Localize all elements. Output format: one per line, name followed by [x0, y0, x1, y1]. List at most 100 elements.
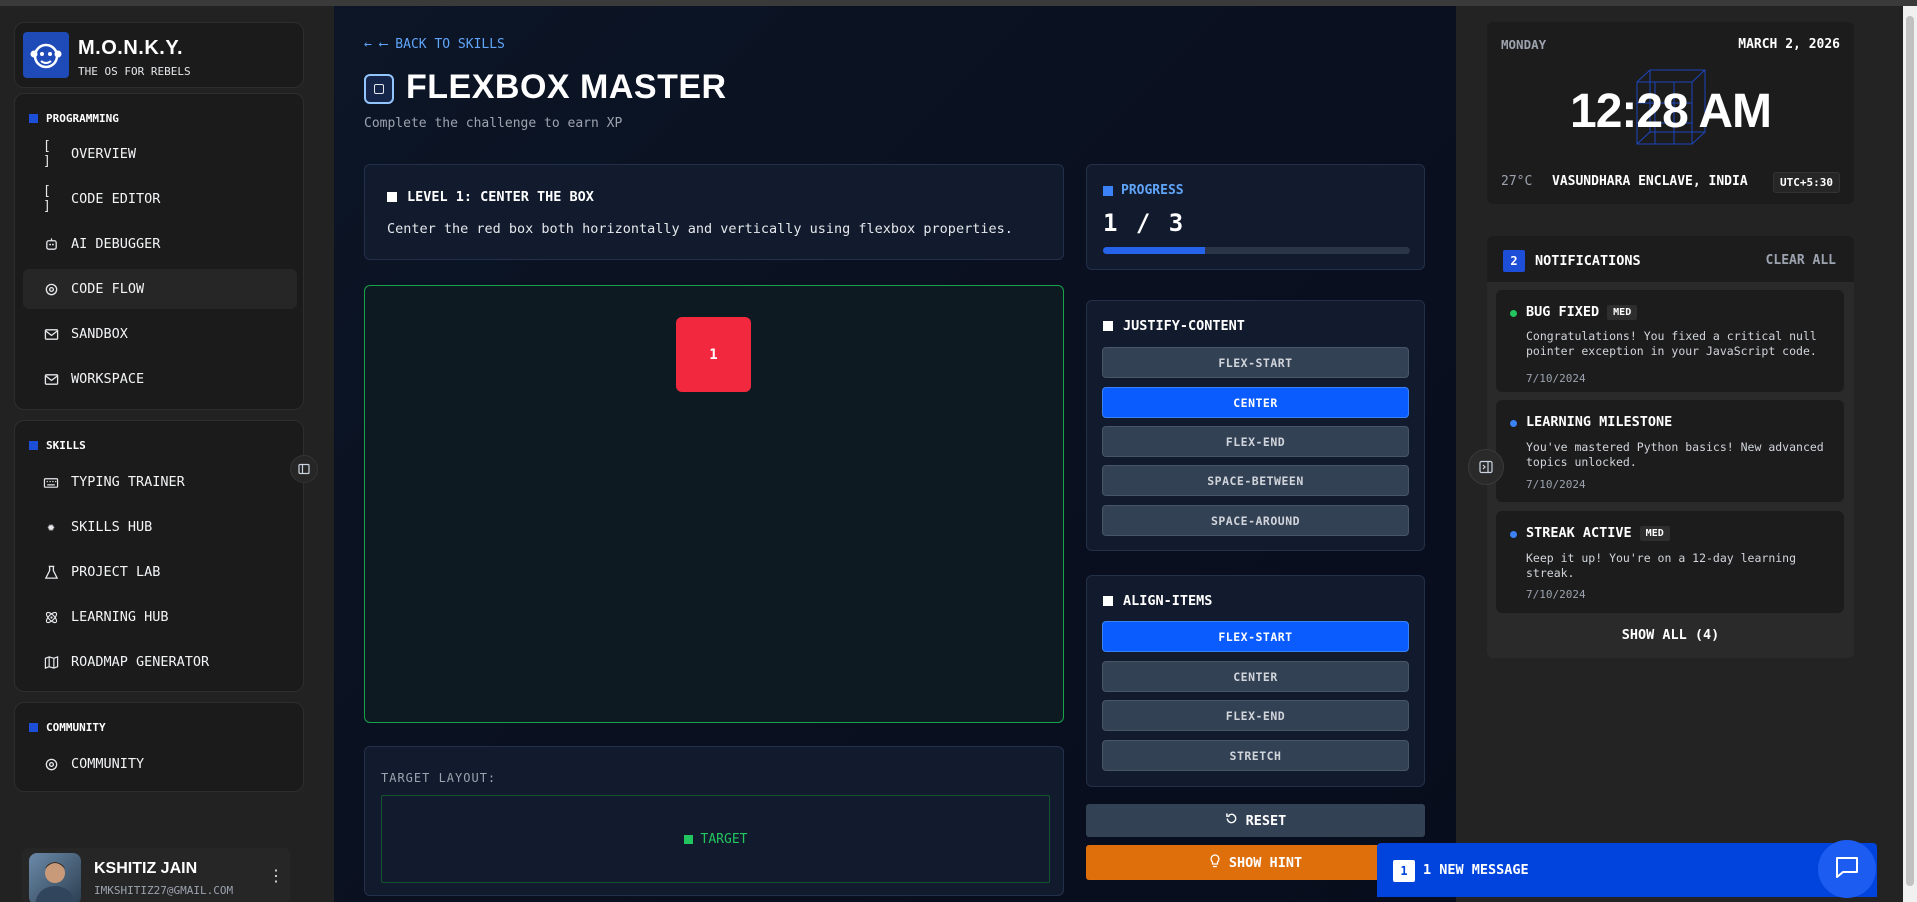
chat-button[interactable] [1818, 840, 1876, 898]
notification-date: 7/10/2024 [1526, 478, 1586, 491]
section-heading-skills: SKILLS [29, 439, 86, 452]
align-items-title: ALIGN-ITEMS [1103, 593, 1212, 609]
chat-icon [1834, 855, 1860, 883]
level-card: LEVEL 1: CENTER THE BOX Center the red b… [364, 164, 1064, 260]
align-option-flex-start[interactable]: FLEX-START [1102, 621, 1409, 652]
new-message-label: 1 NEW MESSAGE [1423, 862, 1529, 878]
nav-section-programming: PROGRAMMING [ ] OVERVIEW [ ] CODE EDITOR A… [14, 93, 304, 410]
lightbulb-icon [1209, 853, 1221, 872]
map-icon [43, 654, 59, 670]
sidebar-item-label: TYPING TRAINER [71, 474, 185, 490]
progress-bar-fill [1103, 247, 1206, 254]
justify-option-flex-start[interactable]: FLEX-START [1102, 347, 1409, 378]
align-option-flex-end[interactable]: FLEX-END [1102, 700, 1409, 731]
show-hint-button[interactable]: SHOW HINT [1086, 845, 1425, 880]
status-dot-icon [1510, 420, 1517, 427]
sidebar-item-ai-debugger[interactable]: AI DEBUGGER [23, 224, 297, 264]
sidebar: M.O.N.K.Y. THE OS FOR REBELS PROGRAMMING… [0, 6, 334, 902]
sidebar-item-roadmap-generator[interactable]: ROADMAP GENERATOR [23, 642, 297, 682]
level-description: Center the red box both horizontally and… [387, 221, 1013, 237]
sidebar-item-overview[interactable]: [ ] OVERVIEW [23, 134, 297, 174]
notifications-panel: 2 NOTIFICATIONS CLEAR ALL BUG FIXED MED C… [1487, 236, 1854, 658]
sidebar-item-label: LEARNING HUB [71, 609, 169, 625]
sidebar-item-label: WORKSPACE [71, 371, 145, 387]
reset-button[interactable]: RESET [1086, 804, 1425, 837]
brand-card[interactable]: M.O.N.K.Y. THE OS FOR REBELS [14, 22, 304, 88]
justify-option-flex-end[interactable]: FLEX-END [1102, 426, 1409, 457]
notification-body: You've mastered Python basics! New advan… [1526, 440, 1824, 469]
right-rail-collapse-icon[interactable] [1468, 449, 1504, 485]
page-subtitle: Complete the challenge to earn XP [364, 116, 623, 131]
align-items-panel: ALIGN-ITEMS FLEX-START CENTER FLEX-END S… [1086, 575, 1425, 787]
sidebar-item-skills-hub[interactable]: ✹ SKILLS HUB [23, 507, 297, 547]
brackets-icon: [ ] [43, 139, 51, 169]
notification-date: 7/10/2024 [1526, 588, 1586, 601]
notification-item[interactable]: LEARNING MILESTONE You've mastered Pytho… [1496, 400, 1844, 502]
avatar [29, 853, 81, 902]
notification-count-badge: 2 [1503, 250, 1525, 272]
sidebar-item-label: CODE FLOW [71, 281, 145, 297]
sidebar-item-label: SKILLS HUB [71, 519, 153, 535]
sidebar-item-sandbox[interactable]: SANDBOX [23, 314, 297, 354]
notification-date: 7/10/2024 [1526, 372, 1586, 385]
progress-bar [1103, 247, 1410, 254]
section-heading-community: COMMUNITY [29, 721, 106, 734]
justify-option-space-around[interactable]: SPACE-AROUND [1102, 505, 1409, 536]
show-all-button[interactable]: SHOW ALL (4) [1487, 627, 1854, 643]
notification-item[interactable]: STREAK ACTIVE MED Keep it up! You're on a… [1496, 511, 1844, 613]
sidebar-item-code-flow[interactable]: CODE FLOW [23, 269, 297, 309]
priority-badge: MED [1607, 304, 1638, 320]
level-title: LEVEL 1: CENTER THE BOX [387, 189, 594, 205]
notification-item[interactable]: BUG FIXED MED Congratulations! You fixed … [1496, 290, 1844, 392]
sidebar-item-learning-hub[interactable]: LEARNING HUB [23, 597, 297, 637]
clear-all-button[interactable]: CLEAR ALL [1766, 253, 1836, 268]
sidebar-collapse-icon[interactable] [290, 455, 318, 483]
clock-date: MARCH 2, 2026 [1738, 37, 1840, 52]
weather-temperature: 27°C [1501, 174, 1533, 189]
gear-icon [43, 756, 59, 772]
gear-icon [43, 281, 59, 297]
reset-icon [1225, 812, 1238, 829]
page-scrollbar[interactable] [1903, 6, 1917, 902]
new-message-bar[interactable]: 1 1 NEW MESSAGE [1377, 843, 1877, 897]
page-title: FLEXBOX MASTER [406, 68, 727, 106]
reset-button-label: RESET [1245, 812, 1287, 829]
sidebar-item-label: COMMUNITY [71, 756, 145, 772]
back-to-skills-link[interactable]: ← ⟵ BACK TO SKILLS [364, 37, 505, 52]
target-marker: TARGET [382, 832, 1049, 847]
user-email: IMKSHITIZ27@GMAIL.COM [94, 884, 234, 897]
progress-value: 1 / 3 [1103, 209, 1186, 237]
sidebar-item-label: CODE EDITOR [71, 191, 161, 207]
justify-option-space-between[interactable]: SPACE-BETWEEN [1102, 465, 1409, 496]
main-content: ← ⟵ BACK TO SKILLS FLEXBOX MASTER Comple… [334, 6, 1456, 902]
flask-icon [43, 564, 59, 580]
sidebar-item-code-editor[interactable]: [ ] CODE EDITOR [23, 179, 297, 219]
sidebar-item-community[interactable]: COMMUNITY [23, 744, 297, 784]
user-name: KSHITIZ JAIN [94, 860, 198, 877]
red-box[interactable]: 1 [676, 317, 751, 392]
clock-day: MONDAY [1501, 37, 1547, 52]
clock-time: 12:28 AM [1570, 85, 1772, 138]
keyboard-icon [43, 474, 59, 490]
target-layout-panel: TARGET LAYOUT: TARGET [364, 746, 1064, 896]
status-dot-icon [1510, 531, 1517, 538]
align-option-center[interactable]: CENTER [1102, 661, 1409, 692]
sidebar-item-workspace[interactable]: WORKSPACE [23, 359, 297, 399]
square-bullet-icon [387, 192, 397, 202]
align-option-stretch[interactable]: STRETCH [1102, 740, 1409, 771]
notification-title: LEARNING MILESTONE [1526, 414, 1673, 430]
nav-section-skills: SKILLS TYPING TRAINER ✹ SKILLS HUB PROJEC… [14, 420, 304, 692]
flexbox-playground: 1 [364, 285, 1064, 723]
user-profile[interactable]: KSHITIZ JAIN IMKSHITIZ27@GMAIL.COM ⋮ [22, 848, 290, 902]
scrollbar-thumb[interactable] [1906, 16, 1914, 886]
notification-body: Keep it up! You're on a 12-day learning … [1526, 551, 1797, 580]
sidebar-item-typing-trainer[interactable]: TYPING TRAINER [23, 462, 297, 502]
justify-content-title: JUSTIFY-CONTENT [1103, 318, 1245, 334]
justify-option-center[interactable]: CENTER [1102, 387, 1409, 418]
notification-title: BUG FIXED MED [1526, 304, 1638, 320]
more-vertical-icon[interactable]: ⋮ [268, 866, 284, 885]
sidebar-item-label: OVERVIEW [71, 146, 137, 162]
mail-icon [43, 371, 59, 387]
green-square-icon [683, 835, 693, 844]
sidebar-item-project-lab[interactable]: PROJECT LAB [23, 552, 297, 592]
